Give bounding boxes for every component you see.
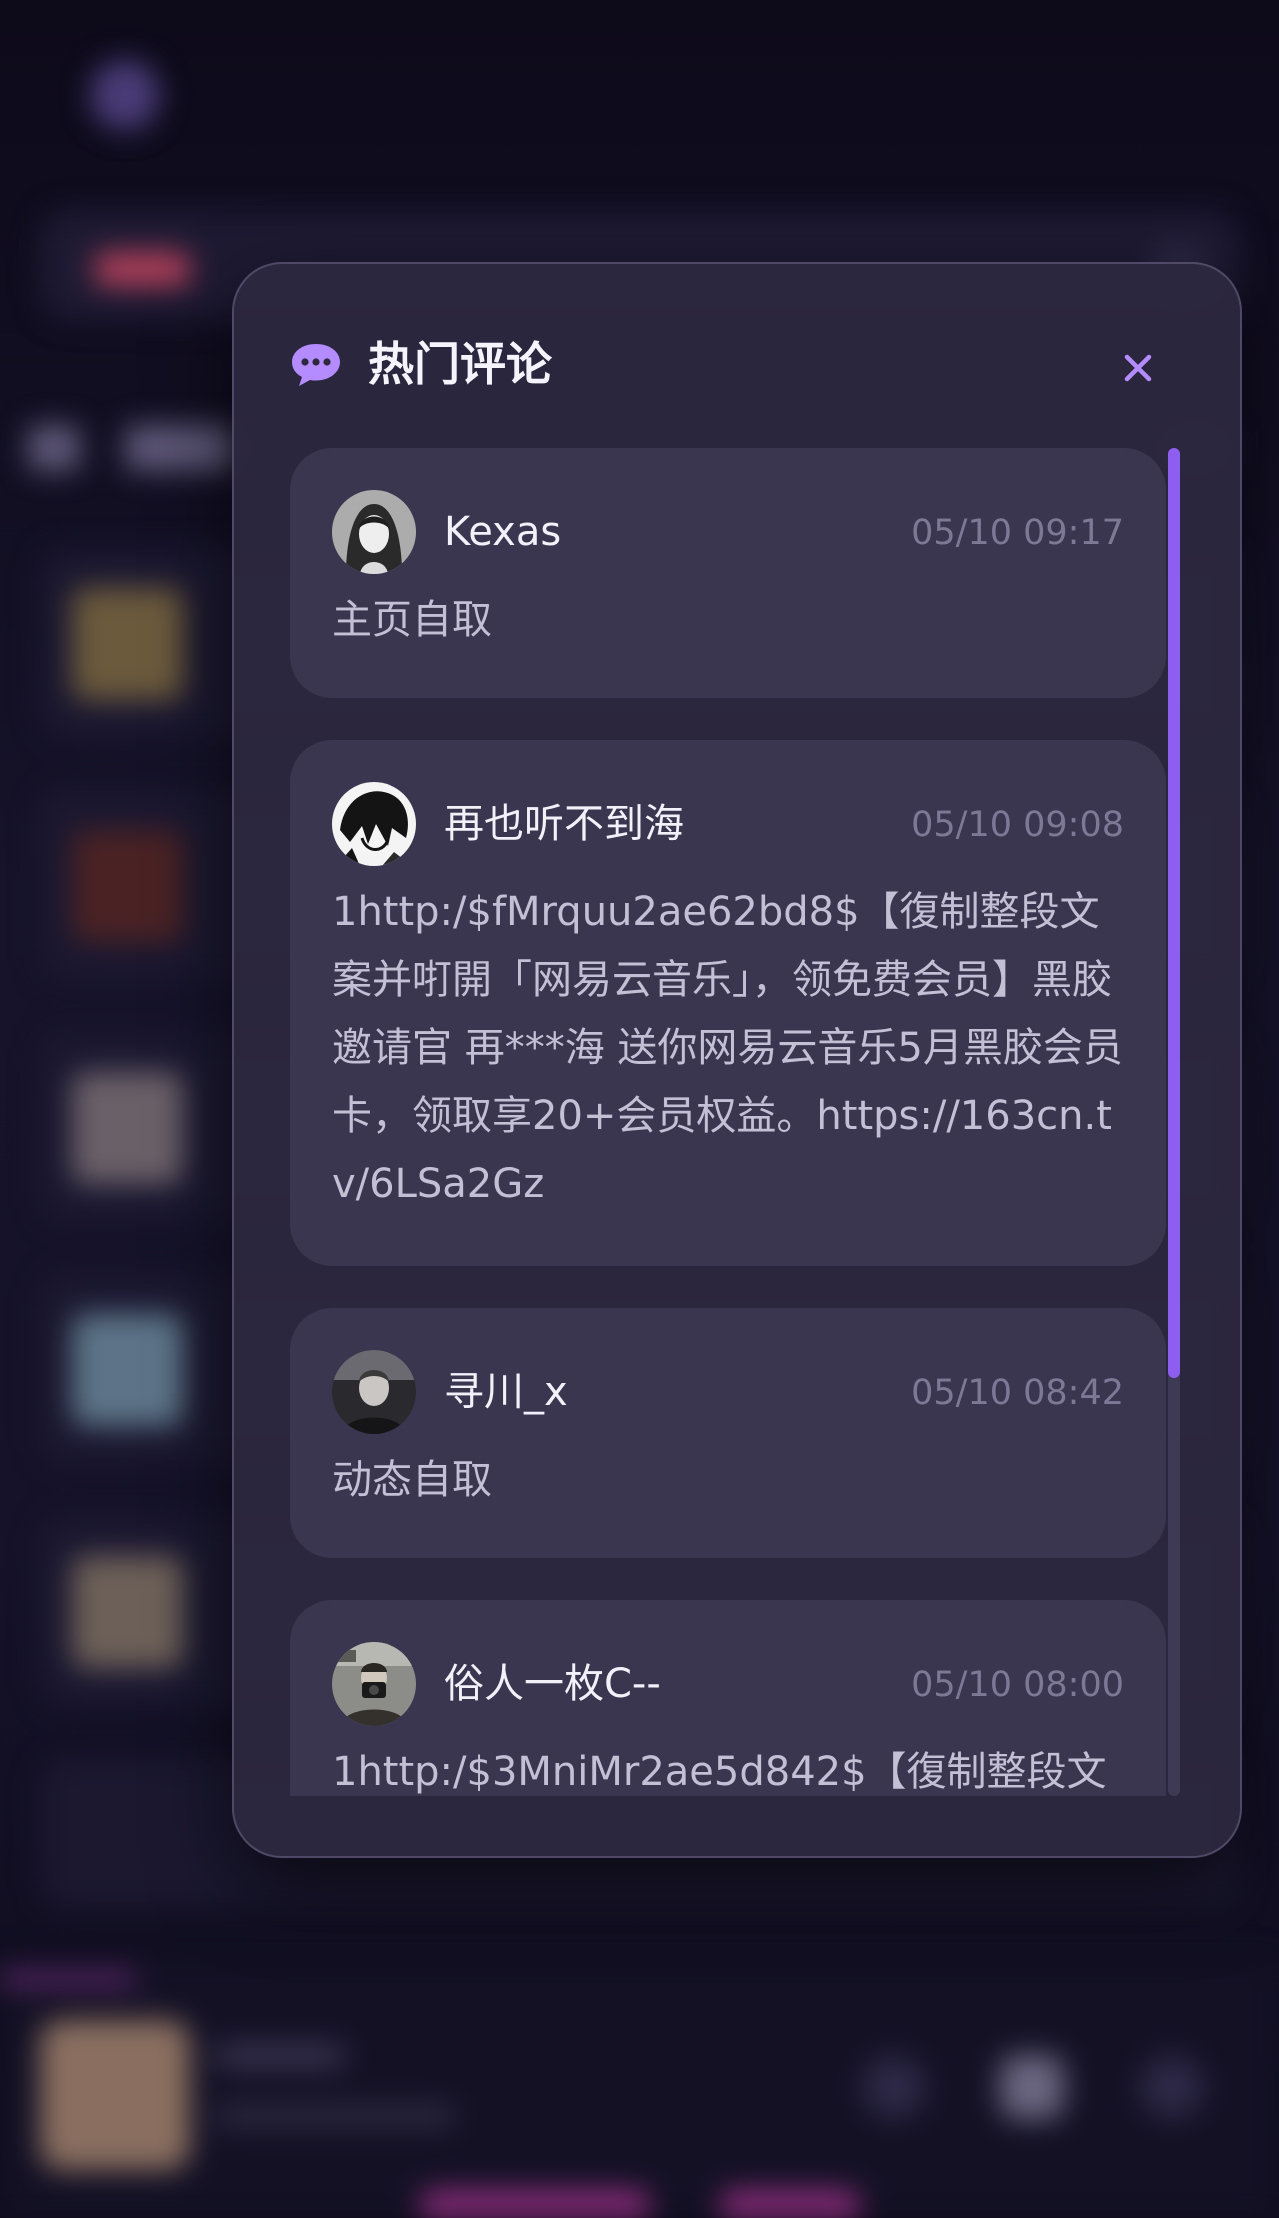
- comment-card: Kexas 05/10 09:17 主页自取: [290, 448, 1166, 698]
- background-nav-accent: [420, 2190, 650, 2218]
- comment-text: 动态自取: [332, 1457, 492, 1503]
- comment-username[interactable]: 再也听不到海: [444, 796, 684, 852]
- background-active-tab: [95, 252, 190, 286]
- avatar-girl-portrait-icon: [332, 490, 416, 574]
- avatar[interactable]: [332, 782, 416, 866]
- modal-title: 热门评论: [368, 337, 552, 391]
- avatar[interactable]: [332, 490, 416, 574]
- avatar[interactable]: [332, 1350, 416, 1434]
- chat-bubble-icon: [292, 344, 340, 386]
- background-player-title: [215, 2045, 345, 2067]
- background-song-thumb: [72, 1556, 184, 1668]
- avatar-camera-photo-icon: [332, 1642, 416, 1726]
- comment-list[interactable]: Kexas 05/10 09:17 主页自取 再也听不到海 05/10 09:0…: [290, 448, 1170, 1796]
- background-song-thumb: [72, 830, 184, 942]
- comment-text: 主页自取: [332, 597, 492, 643]
- comment-time: 05/10 09:08: [911, 805, 1124, 845]
- comment-time: 05/10 09:17: [911, 513, 1124, 553]
- hot-comments-modal: 热门评论 Kexas 05/10 09:17 主页自取 再也听不到海 05/10…: [232, 262, 1242, 1858]
- comment-username[interactable]: 寻川_x: [444, 1364, 568, 1420]
- background-player-art: [40, 2020, 190, 2170]
- background-player-subtitle: [215, 2105, 455, 2127]
- modal-header: 热门评论: [234, 264, 1240, 444]
- comment-username[interactable]: Kexas: [444, 504, 561, 560]
- scrollbar-thumb[interactable]: [1168, 448, 1180, 1378]
- app-logo: [90, 60, 160, 130]
- avatar-manga-sketch-icon: [332, 782, 416, 866]
- background-player-button: [1140, 2055, 1204, 2119]
- background-nav-accent: [720, 2190, 860, 2218]
- comment-card: 寻川_x 05/10 08:42 动态自取: [290, 1308, 1166, 1558]
- close-icon[interactable]: [1114, 344, 1162, 392]
- background-progress-bar: [0, 1975, 135, 1983]
- background-subnav-item: [125, 425, 235, 471]
- comment-text: 1http:/$fMrquu2ae62bd8$【復制整段文案并咑開「网易云音乐」…: [332, 889, 1123, 1207]
- background-song-thumb: [72, 588, 184, 700]
- background-player-bar: [0, 1960, 1279, 2218]
- background-subnav-item: [28, 425, 80, 471]
- background-song-thumb: [72, 1314, 184, 1426]
- comment-username[interactable]: 俗人一枚C--: [444, 1656, 661, 1712]
- comment-time: 05/10 08:42: [911, 1373, 1124, 1413]
- avatar-man-portrait-icon: [332, 1350, 416, 1434]
- background-player-button: [1000, 2055, 1064, 2119]
- screen: 热门评论 Kexas 05/10 09:17 主页自取 再也听不到海 05/10…: [0, 0, 1279, 2218]
- background-song-thumb: [72, 1072, 184, 1184]
- comment-card: 俗人一枚C-- 05/10 08:00 1http:/$3MniMr2ae5d8…: [290, 1600, 1166, 1796]
- comment-time: 05/10 08:00: [911, 1665, 1124, 1705]
- avatar[interactable]: [332, 1642, 416, 1726]
- comment-card: 再也听不到海 05/10 09:08 1http:/$fMrquu2ae62bd…: [290, 740, 1166, 1266]
- background-player-button: [862, 2055, 926, 2119]
- comment-text: 1http:/$3MniMr2ae5d842$【復制整段文: [332, 1749, 1107, 1795]
- scrollbar-track[interactable]: [1168, 448, 1180, 1796]
